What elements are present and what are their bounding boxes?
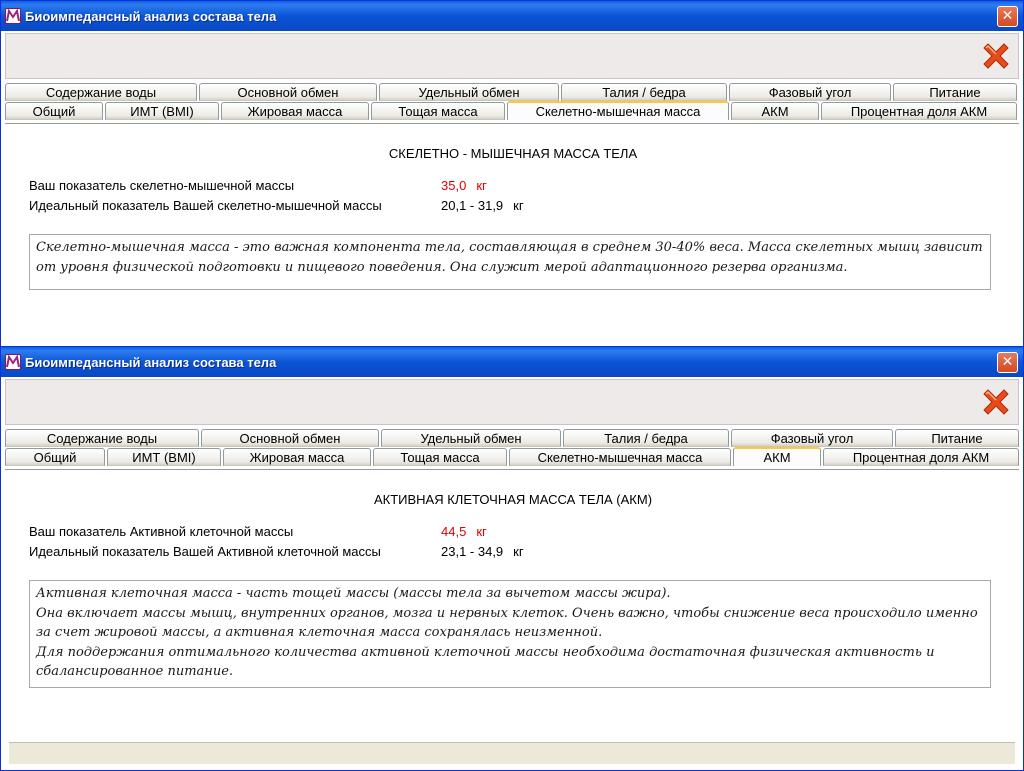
description-box: Активная клеточная масса - часть тощей м… [29, 580, 991, 688]
description-line: Она включает массы мышц, внутренних орга… [36, 605, 978, 641]
window-active-cell-mass: Биоимпедансный анализ состава тела ✕ Сод… [0, 346, 1024, 771]
tab-acm-percent[interactable]: Процентная доля АКМ [821, 102, 1017, 120]
ideal-value-label: Идеальный показатель Вашей скелетно-мыше… [29, 198, 382, 213]
tab-lean-mass[interactable]: Тощая масса [373, 448, 507, 466]
window-skeletal-muscle: Биоимпедансный анализ состава тела ✕ Сод… [0, 0, 1024, 350]
window-title: Биоимпедансный анализ состава тела [25, 355, 277, 370]
description-box: Скелетно-мышечная масса - это важная ком… [29, 234, 991, 290]
tab-bmi[interactable]: ИМТ (BMI) [107, 448, 221, 466]
tab-skeletal-muscle[interactable]: Скелетно-мышечная масса [509, 448, 731, 466]
tab-water[interactable]: Содержание воды [5, 429, 199, 447]
description-line: Активная клеточная масса - часть тощей м… [36, 586, 671, 601]
your-value-label: Ваш показатель скелетно-мышечной массы [29, 178, 295, 193]
tab-basal-metabolism[interactable]: Основной обмен [201, 429, 379, 447]
red-x-close-icon[interactable] [980, 40, 1012, 72]
description-text: Скелетно-мышечная масса - это важная ком… [36, 240, 983, 275]
toolbar [5, 379, 1019, 425]
ideal-value: 23,1 - 34,9 кг [441, 544, 524, 559]
tab-strip: Содержание воды Основной обмен Удельный … [5, 83, 1019, 121]
red-x-close-icon[interactable] [980, 386, 1012, 418]
status-bar [9, 742, 1015, 764]
app-logo-icon [5, 8, 21, 24]
tab-fat-mass[interactable]: Жировая масса [221, 102, 369, 120]
tab-nutrition[interactable]: Питание [893, 83, 1017, 101]
tab-content: СКЕЛЕТНО - МЫШЕЧНАЯ МАССА ТЕЛА Ваш показ… [5, 123, 1019, 349]
tab-acm[interactable]: АКМ [733, 447, 821, 466]
window-close-icon[interactable]: ✕ [997, 352, 1018, 373]
tab-waist-hip[interactable]: Талия / бедра [561, 83, 727, 101]
ideal-value: 20,1 - 31,9 кг [441, 198, 524, 213]
tab-basal-metabolism[interactable]: Основной обмен [199, 83, 377, 101]
tab-general[interactable]: Общий [5, 102, 103, 120]
tab-content: АКТИВНАЯ КЛЕТОЧНАЯ МАССА ТЕЛА (АКМ) Ваш … [5, 469, 1019, 770]
tab-fat-mass[interactable]: Жировая масса [223, 448, 371, 466]
tab-waist-hip[interactable]: Талия / бедра [563, 429, 729, 447]
ideal-value-label: Идеальный показатель Вашей Активной клет… [29, 544, 381, 559]
description-line: Для поддержания оптимального количества … [36, 644, 935, 680]
tab-acm[interactable]: АКМ [731, 102, 819, 120]
tab-phase-angle[interactable]: Фазовый угол [729, 83, 891, 101]
toolbar [5, 33, 1019, 79]
window-close-icon[interactable]: ✕ [997, 6, 1018, 27]
your-value: 44,5 кг [441, 524, 487, 539]
tab-lean-mass[interactable]: Тощая масса [371, 102, 505, 120]
window-title: Биоимпедансный анализ состава тела [25, 9, 277, 24]
tab-strip: Содержание воды Основной обмен Удельный … [5, 429, 1019, 467]
tab-specific-metabolism[interactable]: Удельный обмен [379, 83, 559, 101]
section-title: СКЕЛЕТНО - МЫШЕЧНАЯ МАССА ТЕЛА [388, 146, 638, 161]
app-logo-icon [5, 354, 21, 370]
tab-general[interactable]: Общий [5, 448, 105, 466]
tab-acm-percent[interactable]: Процентная доля АКМ [823, 448, 1019, 466]
section-title: АКТИВНАЯ КЛЕТОЧНАЯ МАССА ТЕЛА (АКМ) [373, 492, 653, 507]
your-value-label: Ваш показатель Активной клеточной массы [29, 524, 294, 539]
tab-nutrition[interactable]: Питание [895, 429, 1019, 447]
your-value: 35,0 кг [441, 178, 487, 193]
tab-bmi[interactable]: ИМТ (BMI) [105, 102, 219, 120]
title-bar[interactable]: Биоимпедансный анализ состава тела ✕ [1, 1, 1023, 31]
tab-phase-angle[interactable]: Фазовый угол [731, 429, 893, 447]
tab-specific-metabolism[interactable]: Удельный обмен [381, 429, 561, 447]
tab-water[interactable]: Содержание воды [5, 83, 197, 101]
tab-skeletal-muscle[interactable]: Скелетно-мышечная масса [507, 101, 729, 120]
title-bar[interactable]: Биоимпедансный анализ состава тела ✕ [1, 347, 1023, 377]
